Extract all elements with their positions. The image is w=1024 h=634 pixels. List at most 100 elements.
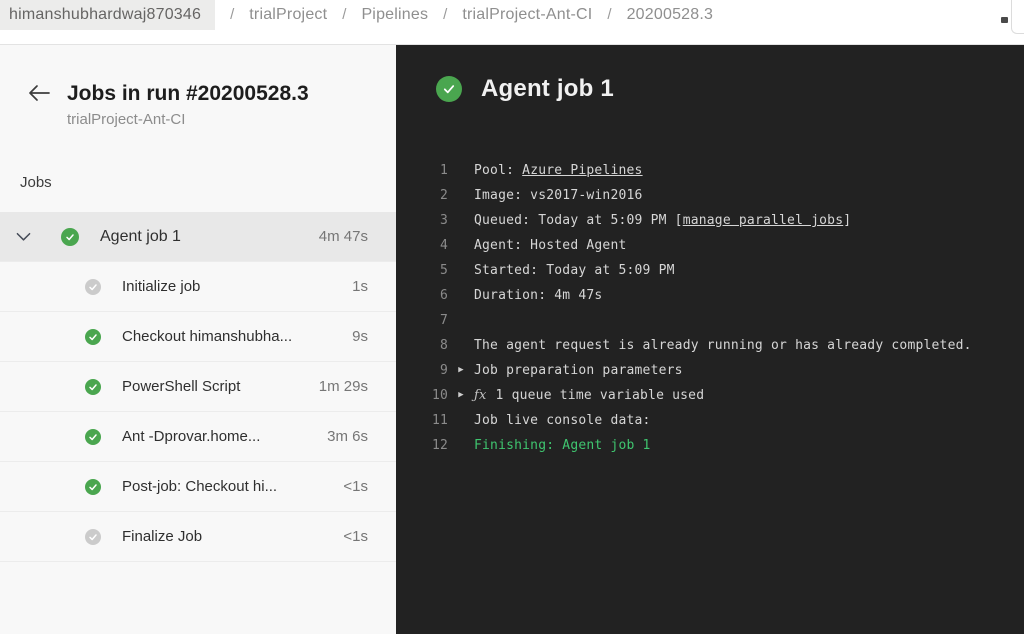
log-line-number[interactable]: 3 [396, 208, 448, 233]
log-text: ] [843, 213, 852, 228]
flyout-icon [1001, 17, 1008, 23]
jobs-section-label: Jobs [20, 174, 52, 191]
breadcrumb-separator: / [230, 6, 235, 23]
log-line-number[interactable]: 5 [396, 258, 448, 283]
log-line-number[interactable]: 9 [396, 358, 448, 383]
log-line[interactable]: 7 [396, 308, 1024, 333]
log-line[interactable]: 9 ▶ Job preparation parameters [396, 358, 1024, 383]
flyout-edge [1011, 0, 1024, 34]
log-line-text: Started: Today at 5:09 PM [474, 258, 675, 283]
log-line-number[interactable]: 4 [396, 233, 448, 258]
log-gutter [448, 258, 474, 283]
log-gutter [448, 283, 474, 308]
log-line-text: Job preparation parameters [474, 358, 683, 383]
log-link[interactable]: Azure Pipelines [522, 163, 642, 178]
log-line-text: Job live console data: [474, 408, 651, 433]
log-text: Image: vs2017-win2016 [474, 188, 643, 203]
job-row[interactable]: Finalize Job <1s [0, 512, 396, 562]
status-neutral-icon [85, 528, 101, 545]
job-label: Initialize job [122, 278, 201, 295]
log-gutter [448, 433, 474, 458]
job-row[interactable]: Post-job: Checkout hi... <1s [0, 462, 396, 512]
job-label: Agent job 1 [100, 227, 181, 245]
status-success-icon [85, 328, 101, 345]
log-text: Pool: [474, 163, 523, 178]
status-success-icon [85, 478, 101, 495]
page-title: Jobs in run #20200528.3 [67, 82, 309, 105]
job-duration: 1s [352, 278, 368, 295]
log-text: Queued: Today at 5:09 PM [ [474, 213, 683, 228]
job-list: Agent job 1 4m 47s Initialize job 1s Checkou… [0, 212, 396, 562]
job-duration: <1s [343, 478, 368, 495]
log-line[interactable]: 2 Image: vs2017-win2016 [396, 183, 1024, 208]
log-gutter [448, 208, 474, 233]
main-content: Jobs in run #20200528.3 trialProject-Ant… [0, 45, 1024, 634]
log-link[interactable]: manage parallel jobs [683, 213, 844, 228]
log-line-text: Finishing: Agent job 1 [474, 433, 651, 458]
status-success-icon [85, 428, 101, 445]
job-label: Post-job: Checkout hi... [122, 478, 278, 495]
expander-triangle-icon[interactable]: ▶ [448, 383, 474, 408]
log-line-text: Duration: 4m 47s [474, 283, 602, 308]
log-text: Job live console data: [474, 413, 651, 428]
log-text: The agent request is already running or … [474, 338, 972, 353]
breadcrumb: himanshubhardwaj870346 / trialProject / Pipe… [0, 0, 713, 30]
log-success-text: Finishing: Agent job 1 [474, 438, 651, 453]
log-line[interactable]: 10 ▶ ƒx 1 queue time variable used [396, 383, 1024, 408]
log-line-number[interactable]: 8 [396, 333, 448, 358]
log-line[interactable]: 6 Duration: 4m 47s [396, 283, 1024, 308]
expander-triangle-icon[interactable]: ▶ [448, 358, 474, 383]
console-title: Agent job 1 [481, 75, 614, 102]
job-row[interactable]: Initialize job 1s [0, 262, 396, 312]
log-gutter [448, 158, 474, 183]
log-line-number[interactable]: 12 [396, 433, 448, 458]
log-line[interactable]: 8 The agent request is already running or… [396, 333, 1024, 358]
log-line[interactable]: 11 Job live console data: [396, 408, 1024, 433]
job-row[interactable]: Checkout himanshubha... 9s [0, 312, 396, 362]
breadcrumb-item[interactable]: Pipelines [361, 0, 428, 30]
log-gutter [448, 333, 474, 358]
log-line[interactable]: 3 Queued: Today at 5:09 PM [manage parall… [396, 208, 1024, 233]
log-line-number[interactable]: 2 [396, 183, 448, 208]
log-line[interactable]: 5 Started: Today at 5:09 PM [396, 258, 1024, 283]
log-line-number[interactable]: 11 [396, 408, 448, 433]
log-line[interactable]: 12 Finishing: Agent job 1 [396, 433, 1024, 458]
chevron-down-icon[interactable] [16, 232, 40, 242]
status-success-icon [436, 76, 462, 102]
log-line-number[interactable]: 7 [396, 308, 448, 333]
log-line-number[interactable]: 10 [396, 383, 448, 408]
breadcrumb-item[interactable]: trialProject [249, 0, 327, 30]
job-label: Finalize Job [122, 528, 203, 545]
breadcrumb-item[interactable]: 20200528.3 [627, 0, 714, 30]
job-row[interactable]: PowerShell Script 1m 29s [0, 362, 396, 412]
panel-header: Jobs in run #20200528.3 trialProject-Ant… [0, 45, 396, 128]
job-row[interactable]: Agent job 1 4m 47s [0, 212, 396, 262]
log-line-number[interactable]: 1 [396, 158, 448, 183]
log-text: 1 queue time variable used [495, 388, 705, 403]
log-line-number[interactable]: 6 [396, 283, 448, 308]
job-row[interactable]: Ant -Dprovar.home... 3m 6s [0, 412, 396, 462]
breadcrumb-separator: / [443, 6, 448, 23]
breadcrumb-separator: / [607, 6, 612, 23]
back-arrow-icon[interactable] [27, 84, 53, 128]
log-gutter [448, 308, 474, 333]
log-line-text: Agent: Hosted Agent [474, 233, 627, 258]
job-duration: <1s [343, 528, 368, 545]
breadcrumb-item[interactable]: trialProject-Ant-CI [462, 0, 592, 30]
job-duration: 4m 47s [318, 228, 368, 245]
log-line-text: Queued: Today at 5:09 PM [manage paralle… [474, 208, 851, 233]
job-duration: 1m 29s [318, 378, 368, 395]
log-line[interactable]: 4 Agent: Hosted Agent [396, 233, 1024, 258]
status-neutral-icon [85, 278, 101, 295]
log-console: Agent job 1 1 Pool: Azure Pipelines 2 Image… [396, 45, 1024, 634]
job-duration: 9s [352, 328, 368, 345]
log-line-text: ƒx 1 queue time variable used [474, 383, 704, 408]
breadcrumb-item[interactable]: himanshubhardwaj870346 [0, 0, 216, 30]
job-duration: 3m 6s [327, 428, 368, 445]
log-gutter [448, 408, 474, 433]
job-label: Ant -Dprovar.home... [122, 428, 261, 445]
status-success-icon [85, 378, 101, 395]
jobs-panel: Jobs in run #20200528.3 trialProject-Ant… [0, 45, 396, 634]
breadcrumb-separator: / [342, 6, 347, 23]
log-line[interactable]: 1 Pool: Azure Pipelines [396, 158, 1024, 183]
